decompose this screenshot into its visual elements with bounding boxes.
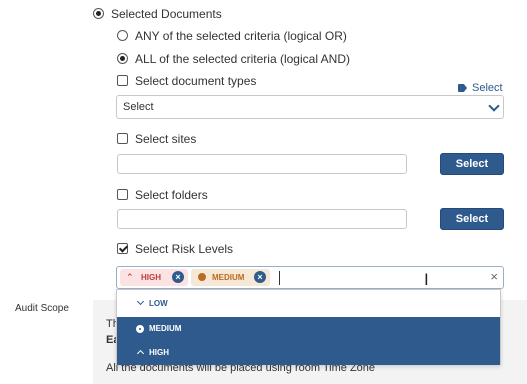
chip-medium: MEDIUM × — [191, 269, 270, 286]
folders-input[interactable] — [117, 209, 407, 229]
folders-select-button[interactable]: Select — [440, 208, 504, 230]
tag-icon — [458, 84, 467, 92]
document-types-dropdown[interactable]: Select — [116, 95, 504, 119]
risk-levels-dropdown: LOW MEDIUM HIGH — [116, 289, 501, 365]
chevron-up-icon — [136, 349, 145, 358]
sites-checkbox[interactable] — [117, 133, 128, 144]
risk-levels-checkbox[interactable] — [117, 243, 128, 254]
option-high[interactable]: HIGH — [117, 341, 500, 365]
all-criteria-radio[interactable] — [117, 53, 128, 64]
tag-select-link[interactable]: Select — [472, 82, 503, 94]
chip-high: ⌃ HIGH × — [120, 269, 188, 286]
folders-label: Select folders — [135, 188, 208, 202]
selected-documents-label: Selected Documents — [111, 7, 222, 21]
tag-select-label: Select — [472, 82, 503, 94]
circle-dot-center — [139, 328, 141, 330]
option-low-label: LOW — [149, 299, 168, 308]
mouse-cursor-icon: I — [424, 270, 429, 289]
chevron-down-icon — [136, 297, 145, 306]
arrow-up-icon: ⌃ — [126, 272, 134, 282]
sites-label: Select sites — [135, 132, 197, 146]
document-types-dropdown-value: Select — [123, 101, 154, 113]
option-low[interactable]: LOW — [117, 292, 500, 316]
chip-medium-label: MEDIUM — [212, 273, 245, 282]
risk-levels-label: Select Risk Levels — [135, 242, 234, 256]
sites-input[interactable] — [117, 154, 407, 174]
risk-levels-multiselect[interactable]: ⌃ HIGH × MEDIUM × × — [116, 266, 504, 289]
sites-select-button[interactable]: Select — [440, 153, 504, 175]
remove-medium-icon[interactable]: × — [254, 271, 266, 283]
option-high-label: HIGH — [149, 348, 169, 357]
clear-all-icon[interactable]: × — [490, 269, 498, 284]
document-types-label: Select document types — [135, 74, 257, 88]
circle-dot-icon — [198, 273, 206, 281]
chip-high-label: HIGH — [141, 273, 161, 282]
option-medium-label: MEDIUM — [149, 324, 182, 333]
any-criteria-radio[interactable] — [117, 30, 128, 41]
selected-documents-radio[interactable] — [93, 8, 104, 19]
audit-scope-label: Audit Scope — [15, 303, 69, 314]
document-types-checkbox[interactable] — [117, 75, 128, 86]
text-caret — [279, 271, 280, 285]
chevron-down-icon — [488, 100, 500, 112]
all-criteria-label: ALL of the selected criteria (logical AN… — [135, 52, 350, 66]
folders-checkbox[interactable] — [117, 189, 128, 200]
option-medium[interactable]: MEDIUM — [117, 317, 500, 341]
remove-high-icon[interactable]: × — [172, 271, 184, 283]
any-criteria-label: ANY of the selected criteria (logical OR… — [135, 29, 347, 43]
